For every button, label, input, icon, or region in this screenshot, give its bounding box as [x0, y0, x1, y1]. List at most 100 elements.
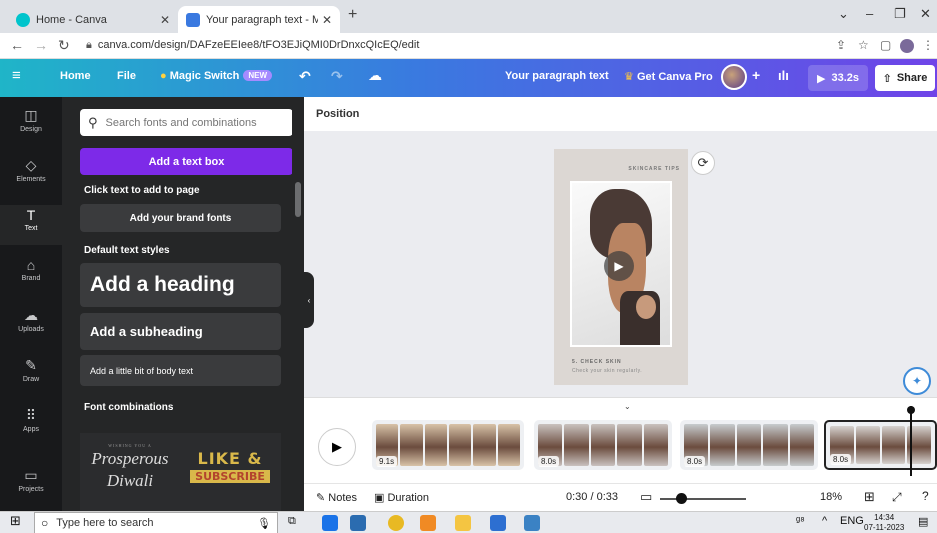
- click-to-add-label: Click text to add to page: [84, 185, 200, 196]
- kebab-menu-icon[interactable]: ⋮: [922, 38, 934, 52]
- rail-label: Uploads: [18, 326, 44, 333]
- font-search-input[interactable]: [105, 116, 276, 129]
- share-page-icon[interactable]: ⇪: [836, 38, 846, 52]
- timeline-play-button[interactable]: ▶: [318, 428, 356, 466]
- fullscreen-icon[interactable]: ⤢: [892, 490, 902, 505]
- timeline-clip[interactable]: 9.1s: [372, 420, 524, 470]
- zoom-level[interactable]: 18%: [820, 491, 842, 503]
- rail-item-brand[interactable]: ⌂ Brand: [0, 255, 62, 295]
- collapse-panel-handle[interactable]: ‹: [304, 272, 314, 328]
- combo-like-subscribe[interactable]: LIKE & SUBSCRIBE: [190, 449, 270, 483]
- notes-button[interactable]: ✎ Notes: [316, 491, 357, 504]
- help-icon[interactable]: ?: [922, 489, 929, 503]
- elements-icon: ◇: [25, 157, 37, 173]
- duration-button[interactable]: ▣ Duration: [374, 491, 429, 504]
- close-window-icon[interactable]: ✕: [920, 6, 931, 22]
- timeline-clip-selected[interactable]: 8.0s: [824, 420, 937, 470]
- timeline-playhead[interactable]: [907, 406, 915, 476]
- insights-chart-icon[interactable]: ılı: [778, 68, 789, 83]
- design-title[interactable]: Your paragraph text: [505, 70, 609, 82]
- combo-line2: SUBSCRIBE: [190, 470, 270, 483]
- hand-shape: [636, 295, 656, 319]
- sidebar-icon[interactable]: ▢: [880, 38, 891, 52]
- rail-item-text[interactable]: T Text: [0, 205, 62, 245]
- store-icon[interactable]: [350, 515, 366, 531]
- system-clock[interactable]: 14:34 07-11-2023: [864, 513, 904, 533]
- cloud-saved-icon[interactable]: ☁: [368, 67, 382, 84]
- forward-icon[interactable]: →: [34, 37, 48, 53]
- close-tab-icon[interactable]: ✕: [322, 13, 332, 27]
- rail-item-uploads[interactable]: ☁ Uploads: [0, 305, 62, 345]
- rail-item-apps[interactable]: ⠿ Apps: [0, 405, 62, 445]
- timeline-clip[interactable]: 8.0s: [534, 420, 672, 470]
- tab-home-canva[interactable]: Home - Canva ✕: [8, 6, 178, 33]
- font-search-box[interactable]: ⚲: [80, 109, 293, 136]
- back-icon[interactable]: ←: [10, 37, 24, 53]
- microphone-icon[interactable]: 🎙︎: [257, 517, 271, 530]
- taskbar-search[interactable]: ○ Type here to search 🎙︎: [34, 512, 278, 533]
- people-icon[interactable]: ᵍ⁸: [796, 515, 805, 527]
- magic-assistant-icon[interactable]: ✦: [903, 367, 931, 395]
- clip-frame: [400, 424, 423, 466]
- zoom-slider-knob[interactable]: [676, 493, 687, 504]
- share-button[interactable]: ⇧ Share: [875, 65, 935, 91]
- app-icon[interactable]: [524, 515, 540, 531]
- user-avatar[interactable]: [721, 64, 747, 90]
- zoom-slider-track[interactable]: [660, 498, 746, 500]
- windows-start-icon[interactable]: ⊞: [10, 513, 21, 529]
- chrome-icon[interactable]: [388, 515, 404, 531]
- combo-prosperous-diwali[interactable]: WISHING YOU A Prosperous Diwali: [90, 443, 170, 492]
- vlc-icon[interactable]: [420, 515, 436, 531]
- scrollbar-thumb[interactable]: [295, 182, 301, 217]
- profile-avatar-icon[interactable]: [900, 39, 914, 53]
- add-text-box-button[interactable]: Add a text box: [80, 148, 293, 175]
- tab-design[interactable]: Your paragraph text - Mobile Vid ✕: [178, 6, 340, 33]
- timeline-clip[interactable]: 8.0s: [680, 420, 818, 470]
- minimize-icon[interactable]: –: [866, 6, 873, 21]
- language-indicator[interactable]: ENG: [840, 515, 864, 527]
- panel-scrollbar[interactable]: [292, 97, 304, 511]
- new-tab-icon[interactable]: +: [348, 6, 357, 24]
- add-heading-button[interactable]: Add a heading: [80, 263, 281, 307]
- rail-item-draw[interactable]: ✎ Draw: [0, 355, 62, 395]
- edge-browser-icon[interactable]: [322, 515, 338, 531]
- undo-icon[interactable]: ↶: [299, 68, 311, 85]
- reload-icon[interactable]: ↻: [58, 37, 70, 54]
- chevron-down-icon[interactable]: ⌄: [624, 402, 631, 411]
- design-page[interactable]: SKINCARE TIPS ▶ 5. CHECK SKIN Check your…: [554, 149, 688, 385]
- timeline-view-icon[interactable]: ▭: [640, 489, 652, 505]
- rail-item-design[interactable]: ◫ Design: [0, 105, 62, 145]
- magic-switch-button[interactable]: ● Magic Switch NEW: [160, 70, 273, 82]
- add-collaborator-icon[interactable]: +: [752, 67, 760, 83]
- combo-line1: LIKE &: [197, 449, 263, 468]
- home-button[interactable]: Home: [60, 70, 91, 82]
- refresh-icon[interactable]: ⟳: [691, 151, 715, 175]
- video-play-icon[interactable]: ▶: [604, 251, 634, 281]
- hamburger-menu-icon[interactable]: ≡: [12, 67, 21, 84]
- rail-item-projects[interactable]: ▭ Projects: [0, 465, 62, 505]
- rail-item-elements[interactable]: ◇ Elements: [0, 155, 62, 195]
- notes-icon: ✎: [316, 492, 326, 504]
- add-subheading-button[interactable]: Add a subheading: [80, 313, 281, 350]
- close-tab-icon[interactable]: ✕: [160, 13, 170, 27]
- app-icon[interactable]: [490, 515, 506, 531]
- get-canva-pro-button[interactable]: ♛ Get Canva Pro: [624, 70, 713, 83]
- url-field[interactable]: 🔒︎ canva.com/design/DAFzeEEIee8/tFO3EJiQM…: [86, 39, 419, 52]
- chevron-down-icon[interactable]: ⌄: [838, 6, 849, 22]
- position-button[interactable]: Position: [316, 108, 359, 120]
- combo-line1: Prosperous: [91, 449, 169, 468]
- file-explorer-icon[interactable]: [455, 515, 471, 531]
- add-body-text-button[interactable]: Add a little bit of body text: [80, 355, 281, 386]
- bookmark-star-icon[interactable]: ☆: [858, 38, 869, 52]
- add-brand-fonts-button[interactable]: Add your brand fonts: [80, 204, 281, 232]
- grid-view-icon[interactable]: ⊞: [864, 489, 875, 505]
- present-duration-button[interactable]: ▶ 33.2s: [808, 65, 868, 91]
- taskbar-search-placeholder: Type here to search: [56, 517, 154, 529]
- share-label: Share: [896, 72, 928, 84]
- redo-icon[interactable]: ↷: [331, 68, 343, 85]
- restore-icon[interactable]: ❐: [894, 6, 906, 22]
- file-button[interactable]: File: [117, 70, 136, 82]
- task-view-icon[interactable]: ⧉: [288, 515, 296, 528]
- tray-chevron-up-icon[interactable]: ^: [822, 515, 827, 527]
- notifications-icon[interactable]: ▤: [918, 515, 928, 528]
